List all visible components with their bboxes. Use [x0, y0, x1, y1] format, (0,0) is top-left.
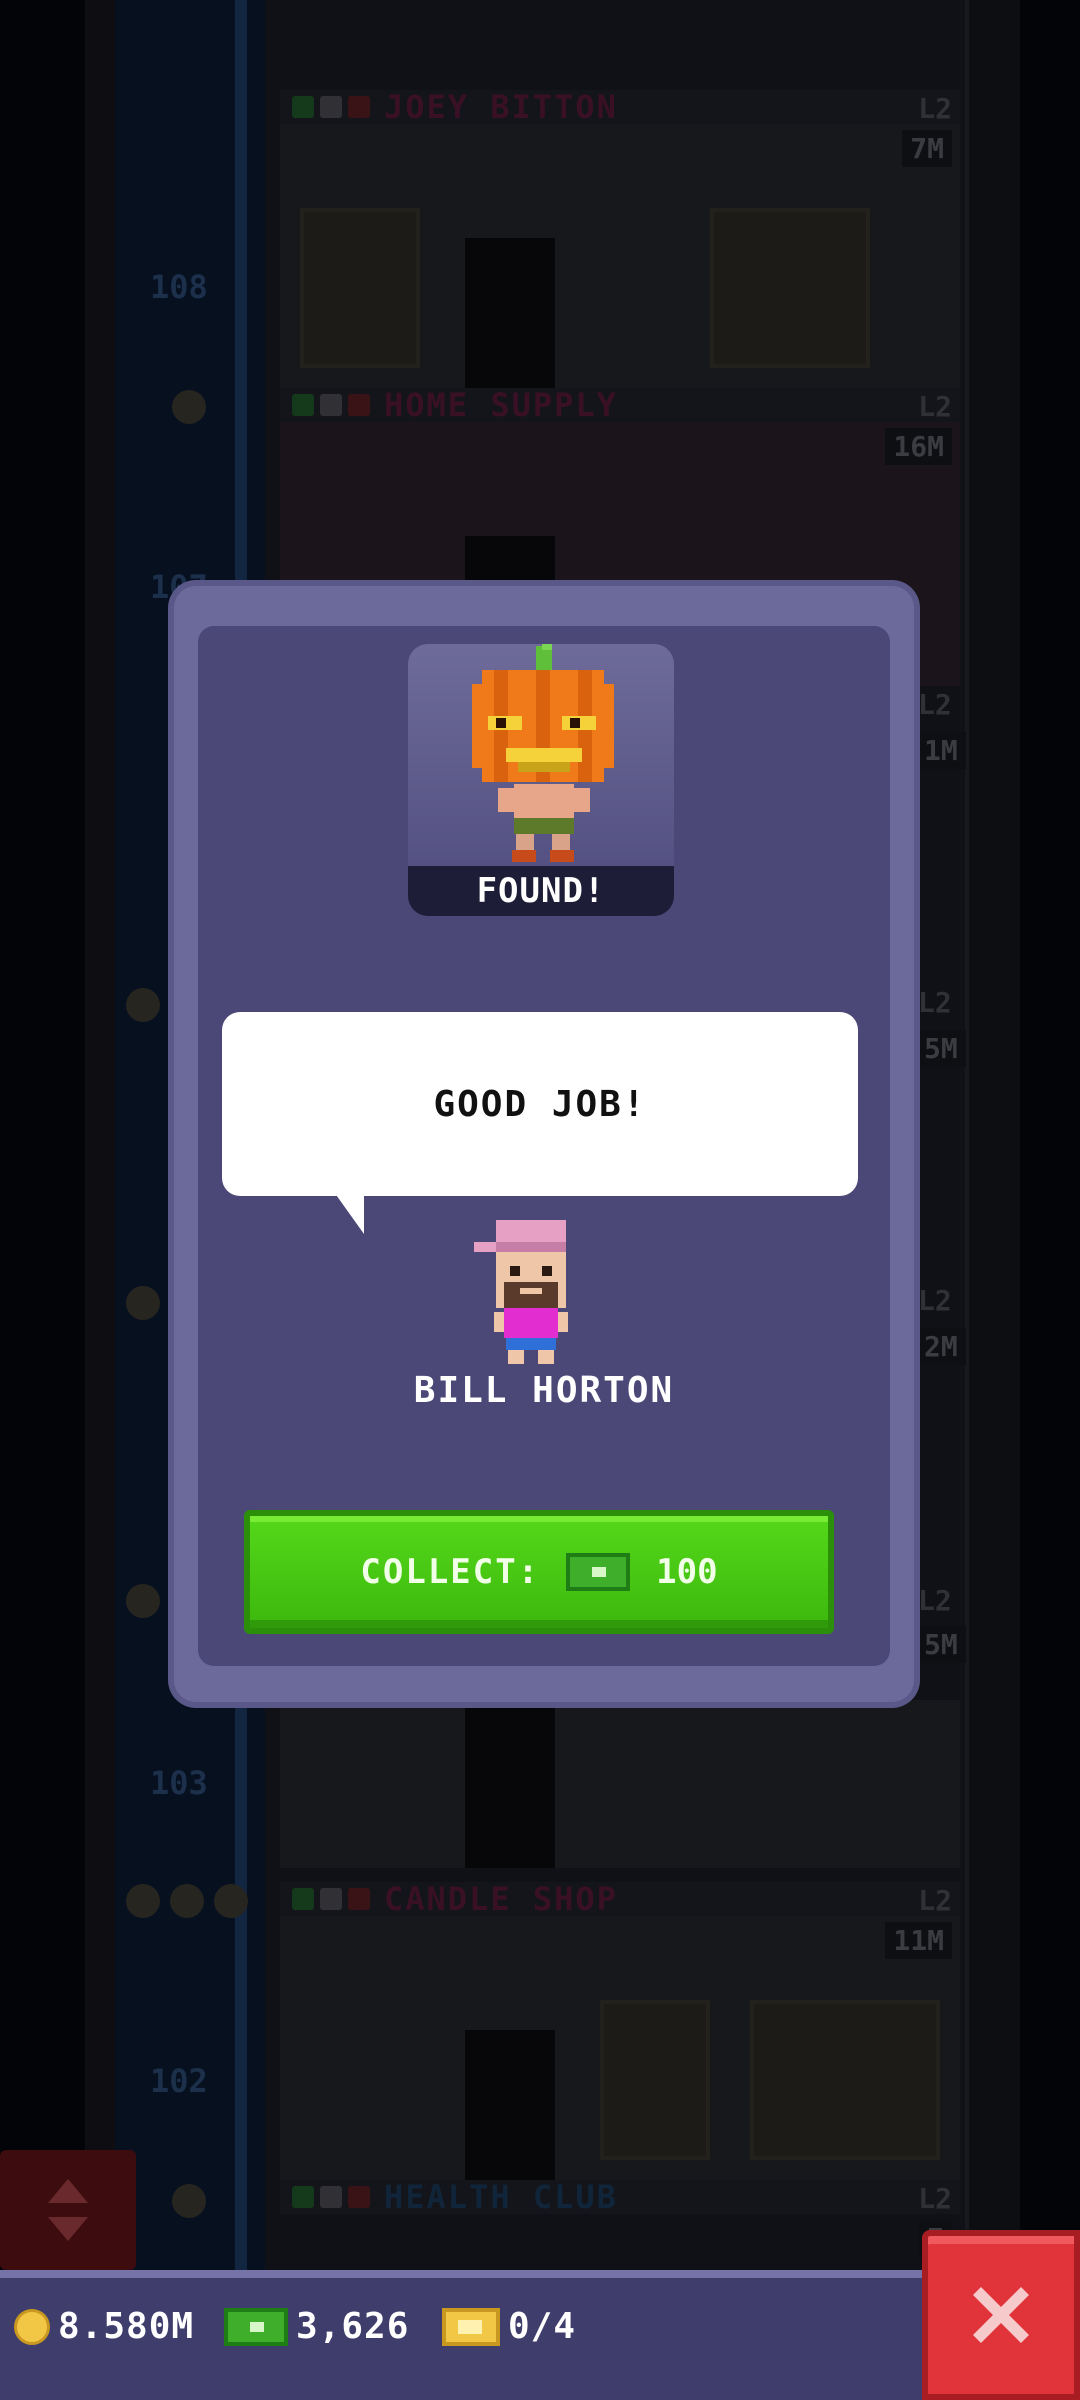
- bux-counter[interactable]: 3,626: [224, 2306, 409, 2347]
- close-button[interactable]: [922, 2230, 1080, 2400]
- resource-hud: 8.580M 3,626 0/4: [0, 2270, 1080, 2400]
- collect-amount: 100: [656, 1552, 718, 1592]
- collect-label: COLLECT:: [360, 1552, 541, 1592]
- collect-button[interactable]: COLLECT: 100: [244, 1510, 834, 1634]
- elevator-arrows-icon: [48, 2179, 88, 2241]
- found-label: FOUND!: [408, 866, 674, 916]
- coins-counter[interactable]: 8.580M: [14, 2306, 194, 2347]
- speech-text: GOOD JOB!: [433, 1083, 647, 1125]
- tickets-counter[interactable]: 0/4: [442, 2306, 576, 2347]
- speech-bubble: GOOD JOB!: [222, 1012, 858, 1196]
- speech-bubble-tail: [334, 1192, 364, 1234]
- golden-ticket-icon: [442, 2307, 500, 2346]
- coin-icon: [14, 2308, 50, 2345]
- found-bitizen-dialog: FOUND! GOOD JOB! BILL HORTON COLLECT: 10…: [174, 586, 914, 1702]
- close-icon: [973, 2287, 1029, 2343]
- tower-bux-icon: [566, 1553, 631, 1591]
- found-character-portrait: FOUND!: [408, 644, 674, 916]
- coins-value: 8.580M: [58, 2306, 195, 2347]
- npc-avatar: [474, 1220, 568, 1364]
- tower-bux-icon: [224, 2307, 288, 2346]
- elevator-button[interactable]: [0, 2150, 136, 2270]
- bux-value: 3,626: [296, 2306, 410, 2347]
- pumpkin-head-character: [472, 644, 614, 862]
- npc-name: BILL HORTON: [413, 1370, 675, 1411]
- tickets-value: 0/4: [508, 2306, 577, 2347]
